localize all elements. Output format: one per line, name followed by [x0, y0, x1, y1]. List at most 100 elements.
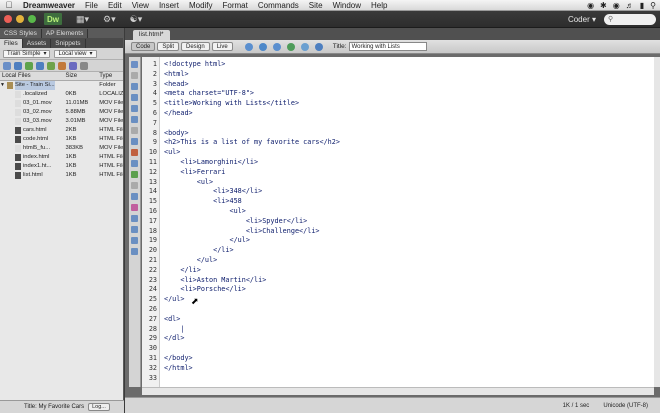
tab-assets[interactable]: Assets [23, 39, 52, 48]
line-number: 17 [148, 216, 157, 225]
design-view-button[interactable]: Design [181, 42, 210, 51]
menu-help[interactable]: Help [366, 1, 392, 10]
collapse-tag-icon[interactable] [131, 83, 138, 90]
log-button[interactable]: Log... [88, 403, 110, 411]
horizontal-scrollbar[interactable] [142, 387, 654, 395]
search-input[interactable]: ⚲ [604, 13, 656, 25]
volume-icon[interactable]: ♬ [626, 1, 634, 10]
column-size[interactable]: Size [65, 72, 99, 80]
format-source-icon[interactable] [131, 248, 138, 255]
user-icon[interactable]: ☯▾ [130, 14, 143, 25]
visual-aids-icon[interactable] [300, 42, 309, 51]
menu-window[interactable]: Window [328, 1, 366, 10]
vertical-scrollbar[interactable] [654, 57, 660, 387]
file-row[interactable]: index1.ht... 1KB HTML File [0, 162, 123, 171]
tab-ap-elements[interactable]: AP Elements [42, 29, 89, 38]
select-parent-tag-icon[interactable] [131, 116, 138, 123]
bluetooth-icon[interactable]: ✱ [600, 1, 607, 10]
view-select[interactable]: Local view ▾ [54, 49, 97, 58]
column-type[interactable]: Type [99, 72, 123, 80]
layout-icon[interactable]: ▦▾ [76, 14, 89, 25]
collapse-selection-icon[interactable] [131, 94, 138, 101]
wifi-icon[interactable]: ◉ [613, 1, 620, 10]
menu-file[interactable]: File [80, 1, 103, 10]
line-number: 22 [148, 265, 157, 274]
check-out-icon[interactable] [47, 61, 55, 70]
split-view-button[interactable]: Split [157, 42, 180, 51]
menu-modify[interactable]: Modify [184, 1, 218, 10]
status-icon[interactable]: ◉ [587, 1, 594, 10]
zoom-window-icon[interactable] [28, 15, 36, 23]
highlight-invalid-code-icon[interactable] [131, 149, 138, 156]
file-row[interactable]: ▼ Site - Train Si... Folder [0, 81, 123, 90]
live-view-button[interactable]: Live [211, 42, 233, 51]
file-row[interactable]: cars.html 2KB HTML File [0, 126, 123, 135]
show-code-navigator-icon[interactable] [131, 72, 138, 79]
apple-icon[interactable]:  [0, 0, 18, 10]
page-title-status: Title: My Favorite Cars [24, 404, 85, 410]
close-window-icon[interactable] [4, 15, 12, 23]
file-row[interactable]: index.html 1KB HTML File [0, 153, 123, 162]
document-tab[interactable]: list.html* [133, 30, 170, 40]
preview-browser-icon[interactable] [258, 42, 267, 51]
file-name: code.html [23, 136, 49, 142]
code-editor[interactable]: 1 2 3 4 5 6 7 8 9 10 11 12 13 14 15 16 17 18 19 20 21 22 23 24 2… [142, 57, 654, 387]
file-row[interactable]: html5_fu... 383KB MOV File [0, 144, 123, 153]
file-size: 1KB [65, 154, 77, 160]
menu-format[interactable]: Format [218, 1, 253, 10]
code-view-button[interactable]: Code [131, 42, 156, 51]
expand-icon[interactable] [80, 61, 88, 70]
menu-view[interactable]: View [127, 1, 154, 10]
put-files-icon[interactable] [36, 61, 44, 70]
tab-files[interactable]: Files [0, 39, 23, 48]
file-size: 1KB [65, 163, 77, 169]
menu-edit[interactable]: Edit [103, 1, 127, 10]
gear-icon[interactable]: ⚙▾ [103, 14, 116, 25]
spotlight-icon[interactable]: ⚲ [650, 1, 656, 10]
sync-icon[interactable] [69, 61, 77, 70]
connect-icon[interactable] [3, 61, 11, 70]
file-row[interactable]: code.html 1KB HTML File [0, 135, 123, 144]
refresh-icon[interactable] [314, 42, 323, 51]
column-local-files[interactable]: Local Files [0, 72, 65, 80]
expand-all-icon[interactable] [131, 105, 138, 112]
get-files-icon[interactable] [25, 61, 33, 70]
refresh-icon[interactable] [14, 61, 22, 70]
menu-commands[interactable]: Commands [253, 1, 304, 10]
menu-site[interactable]: Site [304, 1, 328, 10]
workspace-switcher[interactable]: Coder ▾ [568, 15, 596, 24]
minimize-window-icon[interactable] [16, 15, 24, 23]
tab-snippets[interactable]: Snippets [51, 39, 86, 48]
code-line: <h2>This is a list of my favorite cars</… [164, 138, 340, 147]
document-title-input[interactable]: Working with Lists [348, 42, 427, 51]
validate-icon[interactable] [286, 42, 295, 51]
outdent-icon[interactable] [131, 237, 138, 244]
multiscreen-icon[interactable] [244, 42, 253, 51]
move-css-icon[interactable] [131, 215, 138, 222]
wrap-tag-icon[interactable] [131, 193, 138, 200]
syntax-error-alerts-icon[interactable] [131, 160, 138, 167]
file-row[interactable]: 03_01.mov 11.01MB MOV File [0, 99, 123, 108]
file-name: 03_03.mov [23, 118, 52, 124]
tab-css-styles[interactable]: CSS Styles [0, 29, 42, 38]
site-select[interactable]: Train Simple ▾ [3, 49, 51, 58]
balance-braces-icon[interactable] [131, 127, 138, 134]
line-number: 27 [148, 314, 157, 323]
recent-snippets-icon[interactable] [131, 204, 138, 211]
document-status-bar: 1K / 1 sec Unicode (UTF-8) [125, 397, 660, 413]
file-row[interactable]: .localized 0KB LOCALIZ... [0, 90, 123, 99]
file-management-icon[interactable] [272, 42, 281, 51]
battery-icon[interactable]: ▮ [640, 1, 644, 10]
line-numbers-icon[interactable] [131, 138, 138, 145]
indent-icon[interactable] [131, 226, 138, 233]
apply-comment-icon[interactable] [131, 171, 138, 178]
file-row[interactable]: 03_02.mov 5.88MB MOV File [0, 108, 123, 117]
file-row[interactable]: 03_03.mov 3.01MB MOV File [0, 117, 123, 126]
check-in-icon[interactable] [58, 61, 66, 70]
menu-dreamweaver[interactable]: Dreamweaver [18, 1, 80, 10]
open-documents-icon[interactable] [131, 61, 138, 68]
file-row[interactable]: list.html 1KB HTML File [0, 171, 123, 180]
line-number: 6 [152, 109, 157, 117]
menu-insert[interactable]: Insert [154, 1, 184, 10]
remove-comment-icon[interactable] [131, 182, 138, 189]
